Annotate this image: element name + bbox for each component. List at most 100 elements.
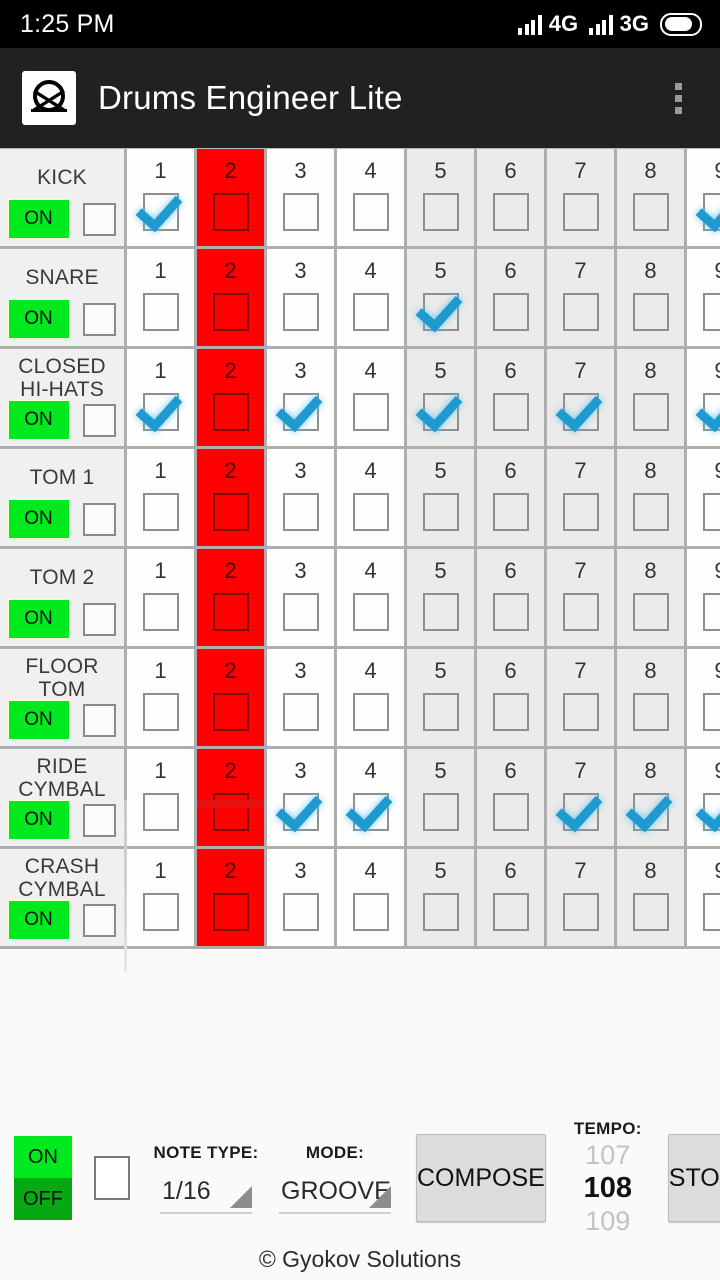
step-checkbox[interactable]	[702, 893, 720, 931]
step-cell[interactable]: 3	[267, 549, 337, 646]
step-checkbox[interactable]	[492, 293, 529, 331]
step-checkbox[interactable]	[212, 693, 249, 731]
overflow-menu-icon[interactable]	[658, 71, 698, 125]
step-cell[interactable]: 2	[197, 649, 267, 746]
step-checkbox[interactable]	[212, 893, 249, 931]
track-mute-checkbox[interactable]	[82, 302, 116, 336]
step-checkbox[interactable]	[492, 593, 529, 631]
step-checkbox[interactable]	[212, 293, 249, 331]
step-checkbox[interactable]	[422, 493, 459, 531]
step-cell[interactable]: 1	[127, 449, 197, 546]
step-checkbox[interactable]	[212, 593, 249, 631]
step-checkbox[interactable]	[422, 793, 459, 831]
step-cell[interactable]: 9	[687, 349, 720, 446]
step-checkbox[interactable]	[702, 493, 720, 531]
step-checkbox[interactable]	[562, 693, 599, 731]
track-mute-checkbox[interactable]	[82, 903, 116, 937]
track-enable-button[interactable]: ON	[8, 300, 69, 338]
step-cell[interactable]: 2	[197, 549, 267, 646]
track-enable-button[interactable]: ON	[8, 401, 69, 439]
step-checkbox-checked[interactable]	[702, 793, 720, 831]
step-checkbox[interactable]	[282, 293, 319, 331]
step-cell[interactable]: 4	[337, 849, 407, 946]
step-checkbox[interactable]	[282, 893, 319, 931]
tempo-next-value[interactable]: 109	[566, 1205, 650, 1238]
step-cell[interactable]: 9	[687, 749, 720, 846]
track-mute-checkbox[interactable]	[82, 602, 116, 636]
step-cell[interactable]: 1	[127, 749, 197, 846]
step-cell[interactable]: 9	[687, 849, 720, 946]
step-checkbox-checked[interactable]	[282, 793, 319, 831]
step-cell[interactable]: 9	[687, 149, 720, 246]
track-enable-button[interactable]: ON	[8, 801, 69, 839]
track-enable-button[interactable]: ON	[8, 901, 69, 939]
step-cell[interactable]: 3	[267, 349, 337, 446]
step-checkbox-checked[interactable]	[422, 293, 459, 331]
step-checkbox[interactable]	[492, 693, 529, 731]
step-checkbox[interactable]	[492, 393, 529, 431]
step-checkbox[interactable]	[352, 193, 389, 231]
step-checkbox[interactable]	[562, 593, 599, 631]
step-checkbox[interactable]	[212, 193, 249, 231]
step-checkbox[interactable]	[632, 893, 669, 931]
step-cell[interactable]: 2	[197, 349, 267, 446]
track-enable-button[interactable]: ON	[8, 200, 69, 238]
step-checkbox[interactable]	[282, 193, 319, 231]
step-cell[interactable]: 1	[127, 349, 197, 446]
step-checkbox-checked[interactable]	[702, 393, 720, 431]
step-cell[interactable]: 6	[477, 849, 547, 946]
step-cell[interactable]: 6	[477, 349, 547, 446]
step-cell[interactable]: 8	[617, 149, 687, 246]
step-checkbox[interactable]	[702, 693, 720, 731]
step-checkbox[interactable]	[142, 793, 179, 831]
step-checkbox[interactable]	[562, 893, 599, 931]
step-cell[interactable]: 8	[617, 249, 687, 346]
step-cell[interactable]: 5	[407, 149, 477, 246]
step-cell[interactable]: 2	[197, 449, 267, 546]
step-checkbox[interactable]	[352, 293, 389, 331]
step-cell[interactable]: 5	[407, 649, 477, 746]
track-enable-button[interactable]: ON	[8, 701, 69, 739]
step-checkbox[interactable]	[352, 593, 389, 631]
step-cell[interactable]: 4	[337, 249, 407, 346]
step-cell[interactable]: 6	[477, 549, 547, 646]
step-cell[interactable]: 2	[197, 849, 267, 946]
step-cell[interactable]: 6	[477, 249, 547, 346]
stop-button[interactable]: STOP	[667, 1134, 720, 1222]
track-mute-checkbox[interactable]	[82, 703, 116, 737]
step-checkbox[interactable]	[562, 193, 599, 231]
step-checkbox[interactable]	[142, 693, 179, 731]
tempo-previous-value[interactable]: 107	[566, 1139, 650, 1172]
step-cell[interactable]: 3	[267, 149, 337, 246]
step-checkbox[interactable]	[212, 793, 249, 831]
step-checkbox[interactable]	[632, 193, 669, 231]
step-cell[interactable]: 6	[477, 749, 547, 846]
step-cell[interactable]: 5	[407, 249, 477, 346]
step-cell[interactable]: 7	[547, 349, 617, 446]
track-enable-button[interactable]: ON	[8, 500, 69, 538]
step-cell[interactable]: 7	[547, 249, 617, 346]
step-cell[interactable]: 5	[407, 749, 477, 846]
step-cell[interactable]: 4	[337, 349, 407, 446]
step-cell[interactable]: 4	[337, 649, 407, 746]
global-power-off-button[interactable]: OFF	[14, 1178, 72, 1220]
step-checkbox[interactable]	[632, 493, 669, 531]
step-cell[interactable]: 5	[407, 549, 477, 646]
step-checkbox[interactable]	[352, 693, 389, 731]
step-cell[interactable]: 6	[477, 649, 547, 746]
step-cell[interactable]: 4	[337, 549, 407, 646]
track-enable-button[interactable]: ON	[8, 600, 69, 638]
step-checkbox-checked[interactable]	[142, 393, 179, 431]
step-cell[interactable]: 2	[197, 249, 267, 346]
step-cell[interactable]: 7	[547, 649, 617, 746]
step-checkbox[interactable]	[282, 593, 319, 631]
step-cell[interactable]: 1	[127, 649, 197, 746]
step-checkbox[interactable]	[142, 493, 179, 531]
step-checkbox[interactable]	[212, 393, 249, 431]
step-checkbox[interactable]	[422, 193, 459, 231]
step-cell[interactable]: 2	[197, 749, 267, 846]
step-checkbox[interactable]	[702, 293, 720, 331]
step-checkbox-checked[interactable]	[702, 193, 720, 231]
track-mute-checkbox[interactable]	[82, 803, 116, 837]
step-checkbox[interactable]	[562, 493, 599, 531]
